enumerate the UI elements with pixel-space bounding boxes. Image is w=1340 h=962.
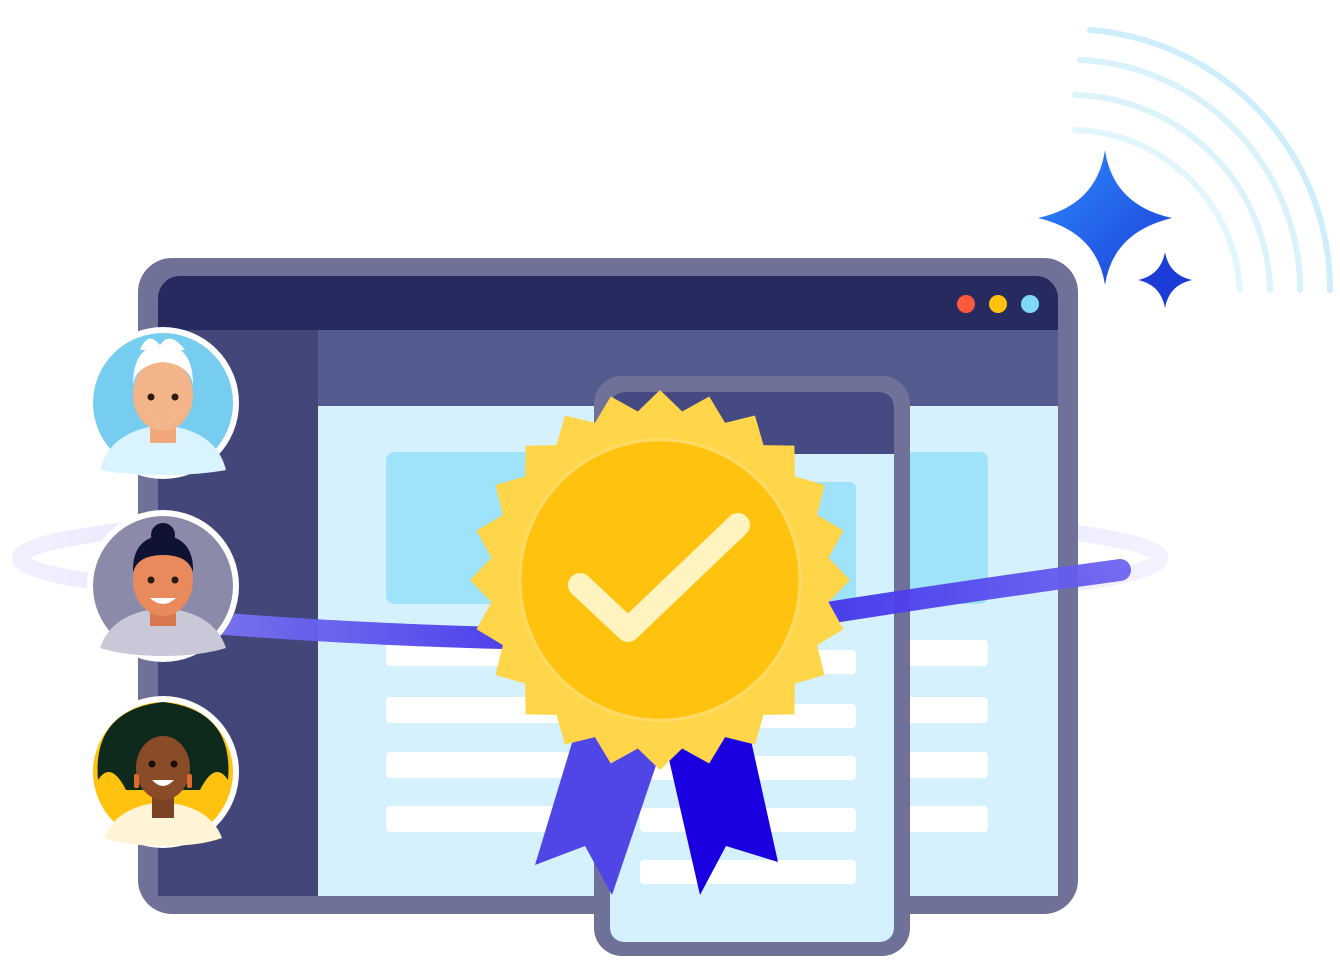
window-dot-yellow	[989, 295, 1007, 313]
window-dot-red	[957, 295, 975, 313]
window-dot-cyan	[1021, 295, 1039, 313]
avatar-man-icon	[87, 510, 239, 662]
avatar-elder-icon	[87, 327, 239, 479]
avatar-woman-icon	[87, 696, 239, 848]
check-badge-icon	[470, 390, 850, 770]
illustration-stage	[0, 0, 1340, 962]
illustration	[12, 27, 1334, 956]
